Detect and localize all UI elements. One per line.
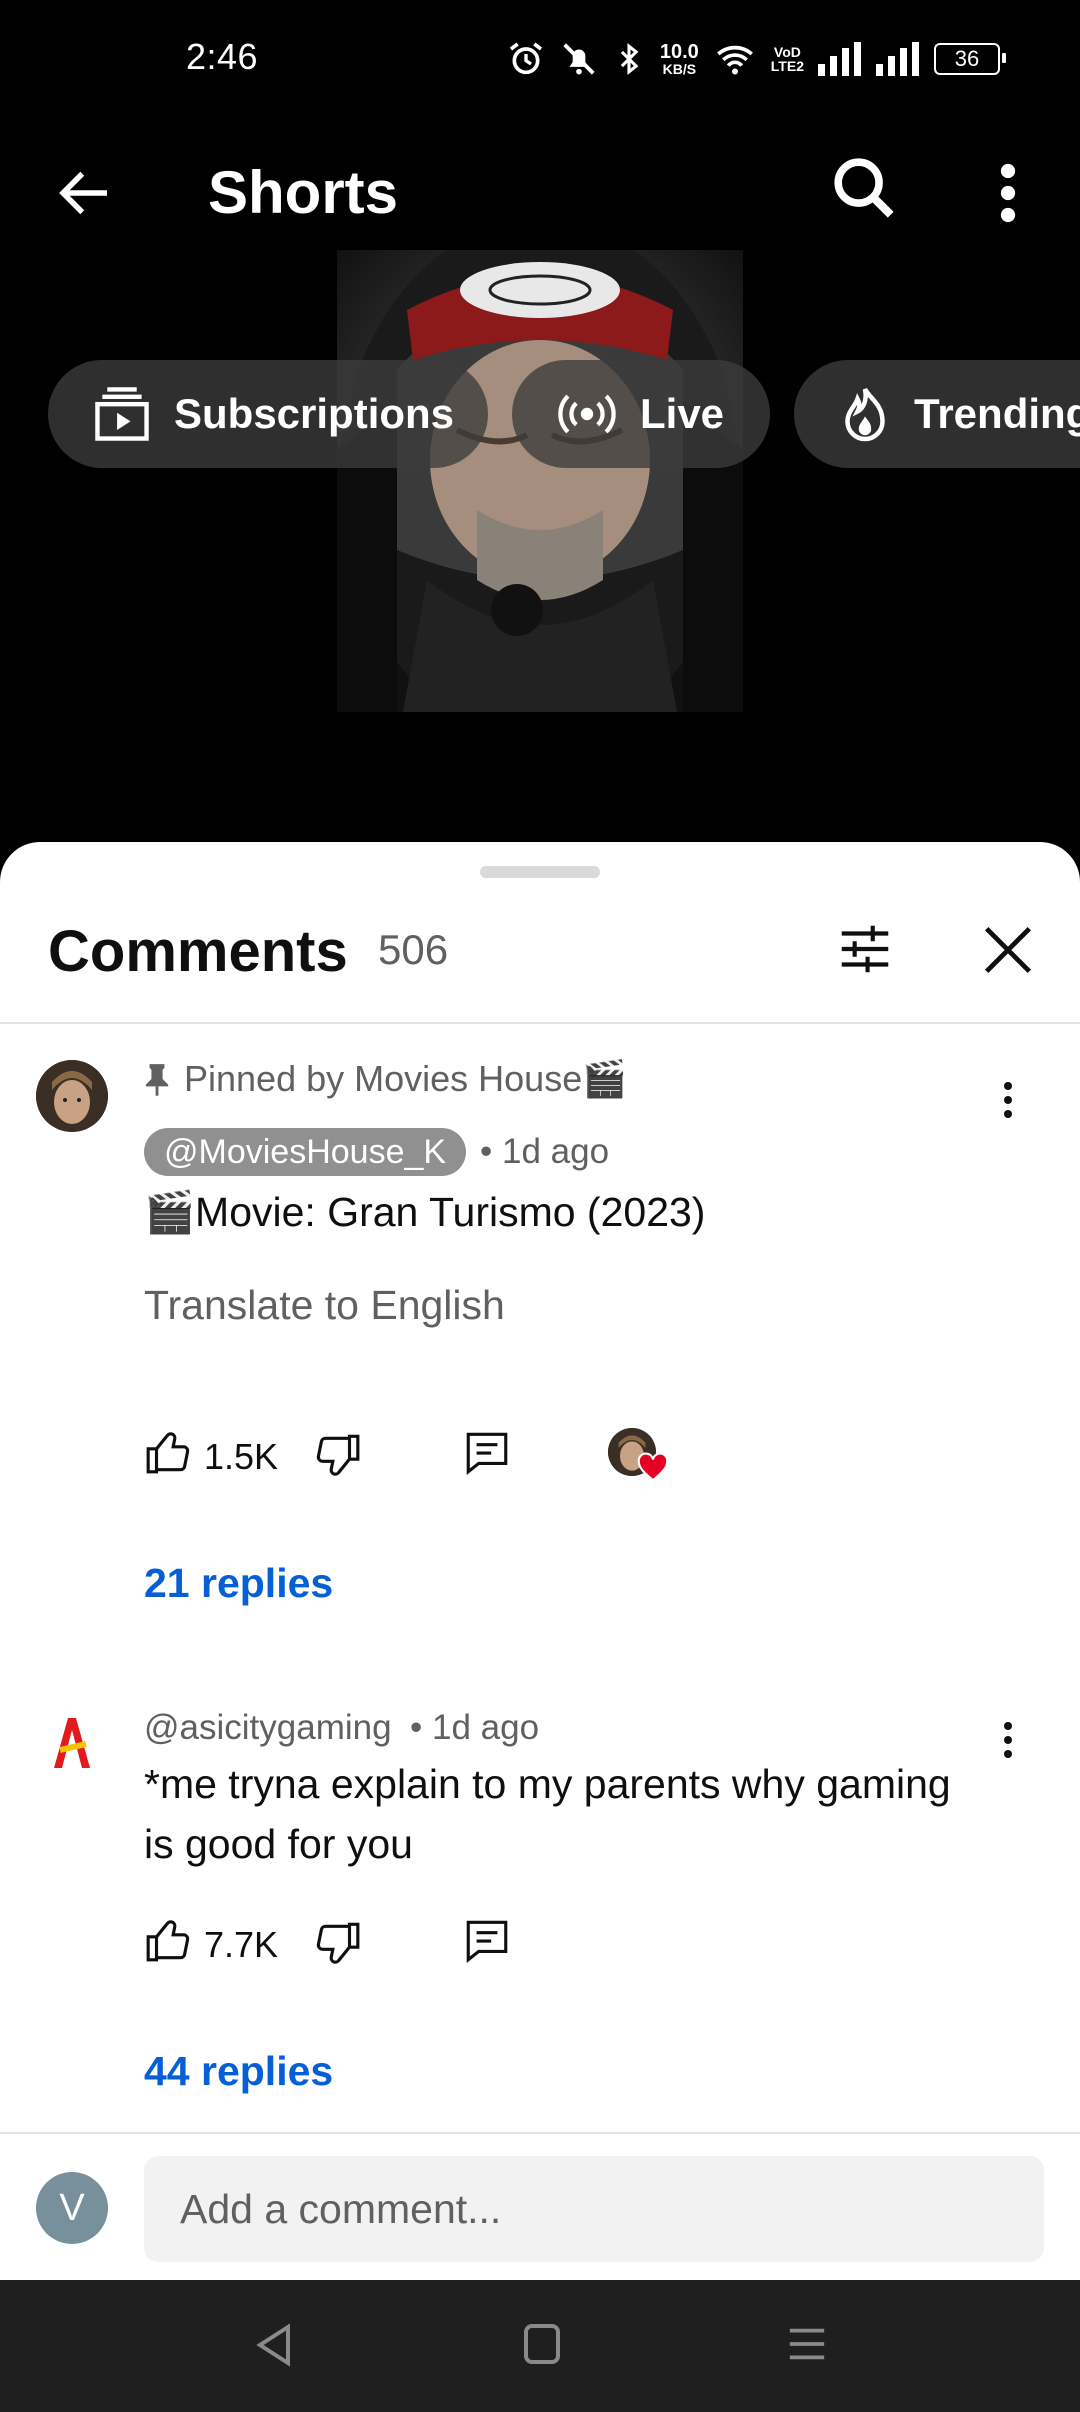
net-speed: 10.0 KB/S xyxy=(659,41,699,77)
user-avatar[interactable]: V xyxy=(36,2172,108,2244)
reply-button[interactable] xyxy=(462,1916,512,1966)
avatar[interactable] xyxy=(36,1060,108,1132)
reply-icon xyxy=(466,1432,508,1476)
bluetooth-icon xyxy=(620,43,639,75)
reply-button[interactable] xyxy=(462,1428,512,1478)
comment-time: • 1d ago xyxy=(480,1132,610,1171)
dislike-button[interactable] xyxy=(312,1430,362,1480)
thumbs-down-icon xyxy=(316,1434,360,1476)
alarm-icon xyxy=(509,42,542,75)
arrow-left-icon xyxy=(59,171,107,215)
replies-link[interactable]: 44 replies xyxy=(144,2048,333,2095)
video-frame-illustration xyxy=(337,250,743,712)
comments-title: Comments xyxy=(48,919,348,984)
pinned-label: Pinned by Movies House🎬 xyxy=(144,1058,627,1100)
thumbs-up-icon xyxy=(146,1920,190,1962)
comment-time: • 1d ago xyxy=(410,1708,540,1747)
signal-1-icon xyxy=(818,42,861,76)
comment-text: 🎬Movie: Gran Turismo (2023) xyxy=(144,1189,706,1235)
comment-menu-button[interactable] xyxy=(990,1716,1026,1764)
comments-count: 506 xyxy=(378,926,449,973)
like-count: 1.5K xyxy=(204,1436,279,1477)
thumbs-down-icon xyxy=(316,1922,360,1964)
nav-recents-button[interactable] xyxy=(786,2324,828,2364)
pin-icon xyxy=(145,1064,169,1096)
menu-recents-icon xyxy=(789,2328,825,2360)
sort-filter-button[interactable] xyxy=(834,918,896,980)
replies-link[interactable]: 21 replies xyxy=(144,1560,333,1607)
triangle-back-icon xyxy=(256,2323,290,2367)
battery-indicator: 36 xyxy=(934,43,1006,75)
dislike-button[interactable] xyxy=(312,1918,362,1968)
wifi-icon xyxy=(716,45,753,75)
signal-2-icon xyxy=(876,42,919,76)
nav-home-button[interactable] xyxy=(522,2322,562,2366)
face-avatar-illustration xyxy=(36,1060,108,1132)
reply-icon xyxy=(466,1920,508,1964)
more-vertical-icon xyxy=(1004,1082,1012,1118)
translate-link[interactable]: Translate to English xyxy=(144,1282,505,1329)
subscriptions-icon xyxy=(95,387,149,441)
search-icon xyxy=(834,158,894,218)
square-home-icon xyxy=(524,2324,560,2364)
chip-live[interactable]: Live xyxy=(512,360,770,468)
comment-text-line-2: is good for you xyxy=(144,1821,413,1867)
close-comments-button[interactable] xyxy=(976,918,1040,982)
status-time: 2:46 xyxy=(186,36,259,77)
trending-icon xyxy=(845,387,885,442)
comment-menu-button[interactable] xyxy=(990,1076,1026,1124)
creator-heart xyxy=(608,1428,672,1484)
comment-author[interactable]: @asicitygaming xyxy=(144,1708,392,1748)
close-icon xyxy=(984,926,1032,974)
mute-icon xyxy=(563,43,595,75)
more-button[interactable] xyxy=(990,160,1026,230)
video-player[interactable] xyxy=(337,250,743,712)
add-comment-input[interactable]: Add a comment... xyxy=(144,2156,1044,2262)
avatar[interactable] xyxy=(36,1706,108,1778)
more-vertical-icon xyxy=(1000,163,1016,223)
live-icon xyxy=(558,394,616,434)
volte-indicator: VoD LTE2 xyxy=(770,44,804,74)
heart-icon xyxy=(637,1452,669,1482)
chip-subscriptions[interactable]: Subscriptions xyxy=(48,360,488,468)
search-button[interactable] xyxy=(828,152,898,222)
more-vertical-icon xyxy=(1004,1722,1012,1758)
like-count: 7.7K xyxy=(204,1924,279,1965)
letter-a-logo-icon xyxy=(36,1706,108,1778)
like-button[interactable] xyxy=(144,1916,194,1966)
back-button[interactable] xyxy=(52,160,118,226)
comment-author-chip[interactable]: @MoviesHouse_K xyxy=(144,1128,467,1176)
comments-header-divider xyxy=(0,1022,1080,1024)
status-bar: 2:46 10.0 KB/S VoD LTE2 36 xyxy=(0,0,1080,120)
tune-icon xyxy=(841,925,889,973)
status-icons: 10.0 KB/S VoD LTE2 36 xyxy=(506,34,1006,84)
system-nav-bar xyxy=(0,2280,1080,2412)
chip-trending[interactable]: Trending xyxy=(794,360,1080,468)
nav-back-button[interactable] xyxy=(252,2320,296,2370)
like-button[interactable] xyxy=(144,1428,194,1478)
page-title: Shorts xyxy=(208,159,399,226)
drag-handle[interactable] xyxy=(480,866,600,878)
thumbs-up-icon xyxy=(146,1432,190,1474)
comment-text-line-1: *me tryna explain to my parents why gami… xyxy=(144,1761,951,1807)
